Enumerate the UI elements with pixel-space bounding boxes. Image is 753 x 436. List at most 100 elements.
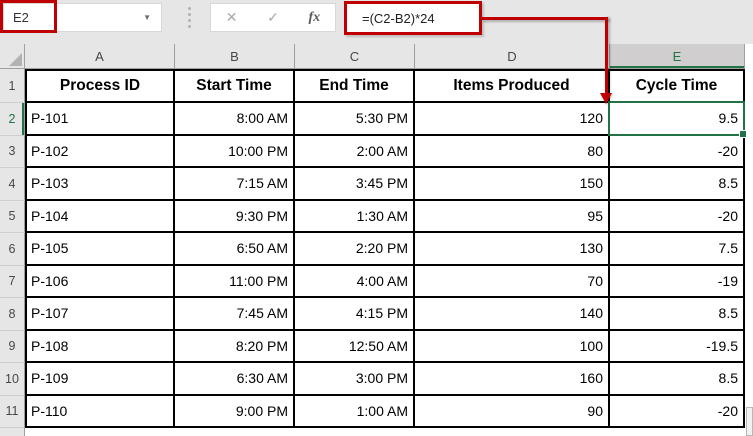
header-cycle-time[interactable]: Cycle Time xyxy=(610,69,745,103)
cell-process-id[interactable]: P-106 xyxy=(25,266,175,299)
cell-process-id[interactable]: P-102 xyxy=(25,136,175,169)
table-row: 11 P-110 9:00 PM 1:00 AM 90 -20 xyxy=(0,396,745,429)
enter-icon[interactable]: ✓ xyxy=(267,9,279,26)
header-items-produced[interactable]: Items Produced xyxy=(415,69,610,103)
table-row: 9 P-108 8:20 PM 12:50 AM 100 -19.5 xyxy=(0,331,745,364)
cell-process-id[interactable]: P-104 xyxy=(25,201,175,234)
cell-cycle-time[interactable]: -19 xyxy=(610,266,745,299)
formula-toolbar: E2 ▼ ✕ ✓ fx =(C2-B2)*24 xyxy=(0,0,753,44)
cell-start-time[interactable]: 8:20 PM xyxy=(175,331,295,364)
annotation-arrow-vertical xyxy=(605,17,608,94)
cell-start-time[interactable]: 11:00 PM xyxy=(175,266,295,299)
formula-bar-resize-handle[interactable] xyxy=(184,4,194,30)
row-number[interactable]: 8 xyxy=(0,298,25,331)
header-process-id[interactable]: Process ID xyxy=(25,69,175,103)
column-header-e[interactable]: E xyxy=(610,44,745,69)
cell-end-time[interactable]: 1:30 AM xyxy=(295,201,415,234)
cell-end-time[interactable]: 1:00 AM xyxy=(295,396,415,429)
cell-items-produced[interactable]: 100 xyxy=(415,331,610,364)
cell-end-time[interactable]: 3:45 PM xyxy=(295,168,415,201)
table-row: 2 P-101 8:00 AM 5:30 PM 120 9.5 xyxy=(0,103,745,136)
cell-end-time[interactable]: 2:20 PM xyxy=(295,233,415,266)
cell-end-time[interactable]: 4:15 PM xyxy=(295,298,415,331)
cell-cycle-time[interactable]: 8.5 xyxy=(610,363,745,396)
table-row: 10 P-109 6:30 AM 3:00 PM 160 8.5 xyxy=(0,363,745,396)
name-box[interactable]: E2 ▼ xyxy=(3,3,162,32)
column-header-d[interactable]: D xyxy=(415,44,610,69)
row-number[interactable]: 5 xyxy=(0,201,25,234)
cell-start-time[interactable]: 9:30 PM xyxy=(175,201,295,234)
row-number[interactable]: 6 xyxy=(0,233,25,266)
row-number[interactable]: 3 xyxy=(0,136,25,169)
cell-cycle-time[interactable]: 8.5 xyxy=(610,298,745,331)
table-row: 7 P-106 11:00 PM 4:00 AM 70 -19 xyxy=(0,266,745,299)
cell-items-produced[interactable]: 95 xyxy=(415,201,610,234)
cell-cycle-time[interactable]: -20 xyxy=(610,201,745,234)
insert-function-icon[interactable]: fx xyxy=(308,10,320,26)
spreadsheet-app: E2 ▼ ✕ ✓ fx =(C2-B2)*24 A B C D E 1 Proc… xyxy=(0,0,753,436)
cell-cycle-time[interactable]: -20 xyxy=(610,396,745,429)
vertical-scrollbar[interactable] xyxy=(746,407,753,436)
annotation-arrow-horizontal xyxy=(481,17,608,20)
table-row: 5 P-104 9:30 PM 1:30 AM 95 -20 xyxy=(0,201,745,234)
cell-process-id[interactable]: P-109 xyxy=(25,363,175,396)
row-number[interactable] xyxy=(0,428,25,436)
cell-cycle-time[interactable]: -19.5 xyxy=(610,331,745,364)
cell-items-produced[interactable]: 160 xyxy=(415,363,610,396)
cell-end-time[interactable]: 4:00 AM xyxy=(295,266,415,299)
cell-start-time[interactable]: 6:30 AM xyxy=(175,363,295,396)
table-row: 3 P-102 10:00 PM 2:00 AM 80 -20 xyxy=(0,136,745,169)
cell-start-time[interactable]: 7:15 AM xyxy=(175,168,295,201)
cell-items-produced[interactable]: 150 xyxy=(415,168,610,201)
cancel-icon[interactable]: ✕ xyxy=(226,9,238,26)
table-row: 8 P-107 7:45 AM 4:15 PM 140 8.5 xyxy=(0,298,745,331)
formula-bar-input[interactable]: =(C2-B2)*24 xyxy=(347,4,479,32)
cell-cycle-time[interactable]: 9.5 xyxy=(610,103,745,136)
row-number[interactable]: 1 xyxy=(0,69,25,103)
annotation-arrow-head-icon xyxy=(600,93,612,104)
cell-items-produced[interactable]: 70 xyxy=(415,266,610,299)
column-header-c[interactable]: C xyxy=(295,44,415,69)
cell-process-id[interactable]: P-103 xyxy=(25,168,175,201)
cell-items-produced[interactable]: 90 xyxy=(415,396,610,429)
name-box-cell-reference[interactable]: E2 xyxy=(4,10,143,25)
partial-next-row xyxy=(0,428,745,436)
header-end-time[interactable]: End Time xyxy=(295,69,415,103)
cell-cycle-time[interactable]: -20 xyxy=(610,136,745,169)
column-header-b[interactable]: B xyxy=(175,44,295,69)
cell-cycle-time[interactable]: 8.5 xyxy=(610,168,745,201)
cell-start-time[interactable]: 10:00 PM xyxy=(175,136,295,169)
column-headers: A B C D E xyxy=(0,44,745,69)
row-number[interactable]: 7 xyxy=(0,266,25,299)
cell-start-time[interactable]: 6:50 AM xyxy=(175,233,295,266)
formula-buttons: ✕ ✓ fx xyxy=(210,3,336,32)
cell-end-time[interactable]: 2:00 AM xyxy=(295,136,415,169)
cell-process-id[interactable]: P-101 xyxy=(25,103,175,136)
cell-end-time[interactable]: 3:00 PM xyxy=(295,363,415,396)
cell-end-time[interactable]: 12:50 AM xyxy=(295,331,415,364)
column-header-a[interactable]: A xyxy=(25,44,175,69)
cell-items-produced[interactable]: 120 xyxy=(415,103,610,136)
table-header-row: 1 Process ID Start Time End Time Items P… xyxy=(0,69,745,103)
cell-items-produced[interactable]: 130 xyxy=(415,233,610,266)
cell-process-id[interactable]: P-105 xyxy=(25,233,175,266)
cell-items-produced[interactable]: 140 xyxy=(415,298,610,331)
row-number[interactable]: 2 xyxy=(0,103,25,136)
cell-end-time[interactable]: 5:30 PM xyxy=(295,103,415,136)
name-box-dropdown-icon[interactable]: ▼ xyxy=(143,13,161,22)
cell-process-id[interactable]: P-108 xyxy=(25,331,175,364)
select-all-corner[interactable] xyxy=(0,44,25,69)
cell-items-produced[interactable]: 80 xyxy=(415,136,610,169)
cell-start-time[interactable]: 9:00 PM xyxy=(175,396,295,429)
row-number[interactable]: 4 xyxy=(0,168,25,201)
table-body: 2 P-101 8:00 AM 5:30 PM 120 9.5 3 P-102 … xyxy=(0,103,745,428)
cell-process-id[interactable]: P-107 xyxy=(25,298,175,331)
row-number[interactable]: 11 xyxy=(0,396,25,429)
cell-cycle-time[interactable]: 7.5 xyxy=(610,233,745,266)
row-number[interactable]: 10 xyxy=(0,363,25,396)
cell-start-time[interactable]: 8:00 AM xyxy=(175,103,295,136)
cell-process-id[interactable]: P-110 xyxy=(25,396,175,429)
header-start-time[interactable]: Start Time xyxy=(175,69,295,103)
row-number[interactable]: 9 xyxy=(0,331,25,364)
cell-start-time[interactable]: 7:45 AM xyxy=(175,298,295,331)
